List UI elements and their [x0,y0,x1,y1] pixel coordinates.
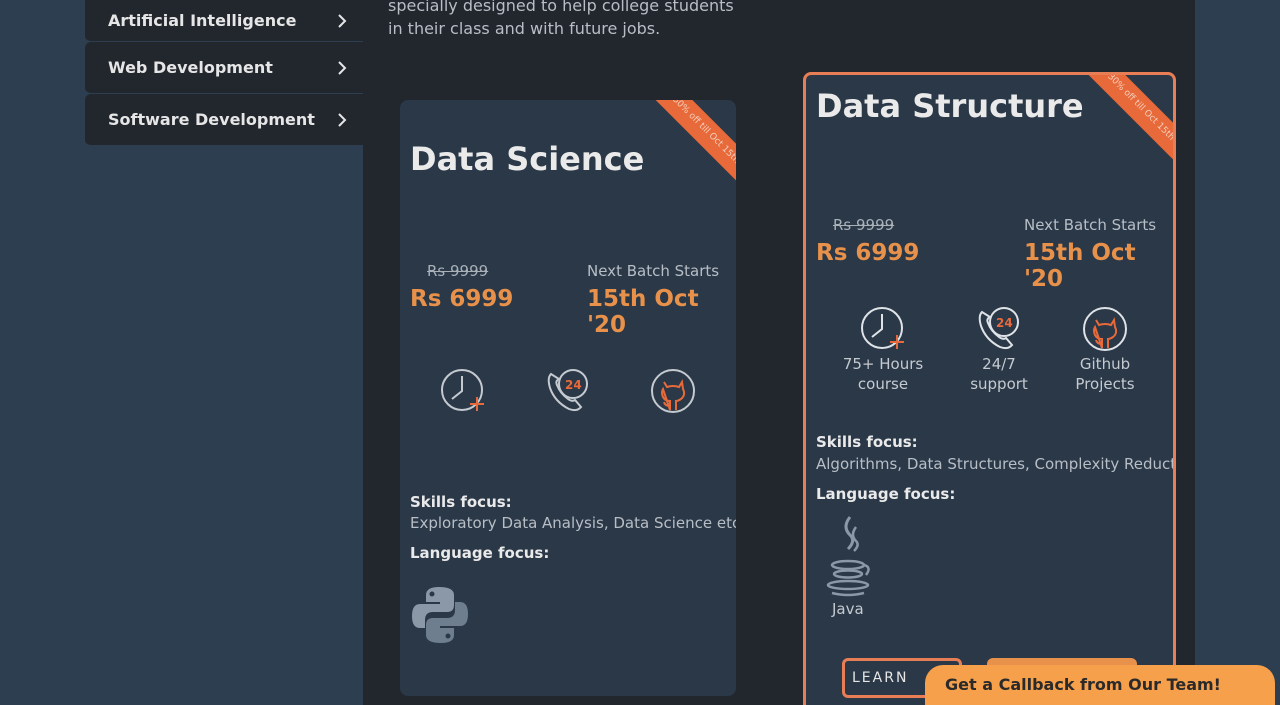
sidebar-item-label: Software Development [108,110,315,129]
batch-label: Next Batch Starts [587,262,720,280]
language-name: Java [832,600,864,618]
skills-heading: Skills focus: [410,493,512,511]
discounted-price: Rs 6999 [816,240,920,266]
course-card-data-structure[interactable]: 30% off till Oct 15th Data Structure Rs … [803,72,1176,705]
batch-date: 15th Oct '20 [1024,240,1136,292]
phone-24-icon: 24 [547,369,588,412]
course-sidebar: Artificial Intelligence Web Development … [85,0,363,146]
skills-text: Algorithms, Data Structures, Complexity … [816,455,1176,473]
sidebar-item-label: Artificial Intelligence [108,11,297,30]
chevron-right-icon [338,13,347,28]
clock-plus-icon [861,307,904,349]
discount-ribbon: 30% off till Oct 15th [648,100,736,188]
feature-hours [440,368,486,414]
discount-ribbon-text: 30% off till Oct 15th [1084,75,1173,164]
course-title: Data Science [410,140,645,178]
sidebar-item-label: Web Development [108,58,273,77]
svg-text:24: 24 [996,316,1013,330]
batch-date: 15th Oct '20 [587,286,699,338]
svg-text:24: 24 [565,378,582,392]
feature-support: 24 24/7 support [956,306,1042,394]
feature-github: Github Projects [1062,306,1148,394]
skills-heading: Skills focus: [816,433,918,451]
feature-label: 24/7 support [970,355,1028,393]
course-card-data-science[interactable]: 30% off till Oct 15th Data Science Rs 99… [400,100,736,696]
feature-support: 24 [545,368,591,414]
python-icon [412,587,468,643]
intro-text: specially designed to help college stude… [388,0,734,38]
sidebar-item-artificial-intelligence[interactable]: Artificial Intelligence [85,0,363,42]
skills-text: Exploratory Data Analysis, Data Science … [410,514,736,532]
github-icon [1083,307,1127,351]
sidebar-item-software-development[interactable]: Software Development [85,94,363,146]
phone-24-icon: 24 [978,307,1019,350]
github-icon [651,369,695,413]
feature-label: Github Projects [1075,355,1135,393]
feature-label: 75+ Hours course [842,355,924,393]
batch-label: Next Batch Starts [1024,216,1157,234]
callback-button[interactable]: Get a Callback from Our Team! [925,665,1275,705]
language-heading: Language focus: [816,485,956,503]
discount-ribbon: 30% off till Oct 15th [1083,75,1173,165]
language-heading: Language focus: [410,544,550,562]
original-price: Rs 9999 [427,262,489,280]
original-price: Rs 9999 [833,216,895,234]
feature-hours: 75+ Hours course [830,306,936,394]
feature-github [650,368,696,414]
clock-plus-icon [441,369,484,411]
chevron-right-icon [338,112,347,127]
discounted-price: Rs 6999 [410,286,514,312]
course-title: Data Structure [816,87,1084,125]
java-icon [826,516,870,597]
sidebar-item-web-development[interactable]: Web Development [85,42,363,94]
discount-ribbon-text: 30% off till Oct 15th [649,100,736,187]
chevron-right-icon [338,60,347,75]
